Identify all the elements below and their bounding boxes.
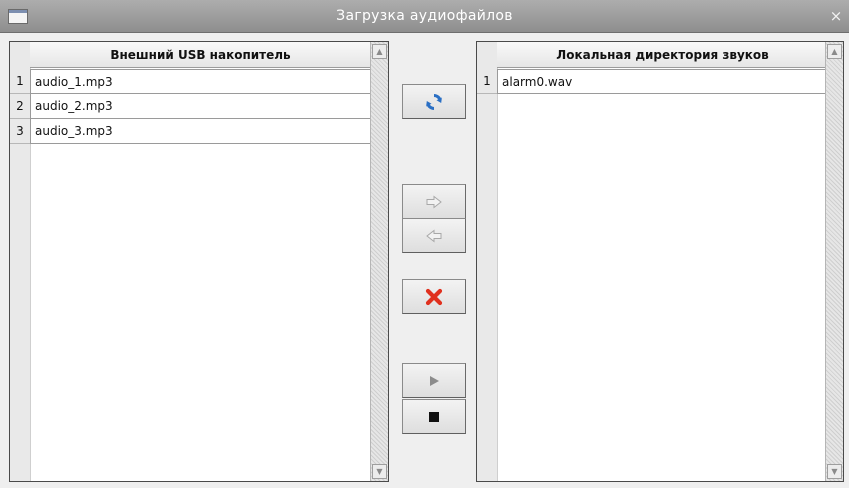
arrow-left-icon: [426, 228, 442, 243]
row-number: 2: [10, 94, 30, 119]
delete-button[interactable]: [402, 279, 466, 314]
list-item-usb-file[interactable]: audio_1.mp3: [30, 69, 371, 94]
copy-to-local-button[interactable]: [402, 184, 466, 219]
usb-list-scrollbar[interactable]: ▲ ▼: [370, 42, 388, 481]
window-title: Загрузка аудиофайлов: [336, 8, 513, 24]
row-number: 3: [10, 119, 30, 144]
play-icon: [430, 375, 439, 386]
stop-icon: [429, 411, 439, 422]
local-list-header[interactable]: Локальная директория звуков: [497, 42, 828, 68]
row-number: 1: [10, 69, 30, 94]
delete-x-icon: [425, 288, 443, 305]
arrow-right-icon: [426, 194, 442, 209]
scroll-down-arrow-icon[interactable]: ▼: [827, 464, 842, 479]
list-item-usb-file[interactable]: audio_2.mp3: [30, 94, 371, 119]
list-item-local-file[interactable]: alarm0.wav: [497, 69, 828, 94]
play-button[interactable]: [402, 363, 466, 398]
usb-file-list[interactable]: Внешний USB накопитель 1 audio_1.mp3 2 a…: [9, 41, 389, 482]
title-bar: Загрузка аудиофайлов ×: [0, 0, 849, 33]
refresh-button[interactable]: [402, 84, 466, 119]
row-number-gutter: [477, 42, 498, 481]
refresh-icon: [426, 93, 442, 110]
copy-to-usb-button[interactable]: [402, 218, 466, 253]
usb-list-header[interactable]: Внешний USB накопитель: [30, 42, 371, 68]
row-number: 1: [477, 69, 497, 94]
list-item-usb-file[interactable]: audio_3.mp3: [30, 119, 371, 144]
stop-button[interactable]: [402, 399, 466, 434]
scroll-up-arrow-icon[interactable]: ▲: [372, 44, 387, 59]
scroll-down-arrow-icon[interactable]: ▼: [372, 464, 387, 479]
local-sounds-list[interactable]: Локальная директория звуков 1 alarm0.wav…: [476, 41, 844, 482]
scroll-up-arrow-icon[interactable]: ▲: [827, 44, 842, 59]
close-button[interactable]: ×: [827, 7, 845, 25]
local-list-scrollbar[interactable]: ▲ ▼: [825, 42, 843, 481]
